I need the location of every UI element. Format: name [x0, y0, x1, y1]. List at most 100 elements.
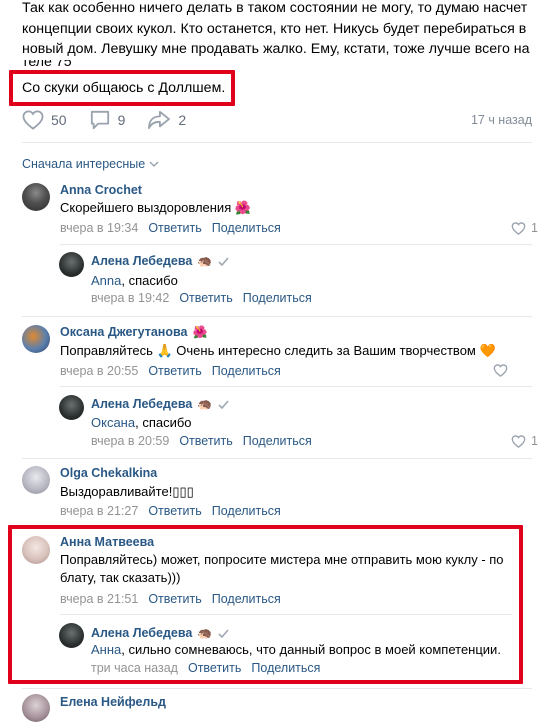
avatar[interactable] — [59, 395, 84, 420]
like-button[interactable]: 50 — [22, 110, 67, 130]
divider — [60, 244, 532, 245]
comment-icon — [90, 110, 109, 130]
reply-author[interactable]: Алена Лебедева 🦔 — [91, 397, 229, 411]
share-link[interactable]: Поделиться — [212, 504, 281, 518]
comment-time[interactable]: вчера в 20:59 — [91, 434, 169, 448]
divider — [60, 614, 512, 615]
share-button[interactable]: 2 — [147, 110, 186, 130]
reply-link[interactable]: Ответить — [148, 364, 201, 378]
comment-author[interactable]: Оксана Джегутанова 🌺 — [60, 325, 207, 339]
comment-meta: вчера в 21:51 Ответить Поделиться — [60, 592, 281, 606]
share-link[interactable]: Поделиться — [212, 592, 281, 606]
post-actions: 50 9 2 — [22, 110, 208, 130]
heart-icon — [493, 364, 508, 377]
divider — [22, 316, 532, 317]
shares-count: 2 — [178, 112, 187, 128]
divider — [22, 142, 532, 143]
mention-link[interactable]: Anna — [91, 273, 121, 288]
comment-likes-count: 1 — [531, 434, 538, 448]
mention-link[interactable]: Анна — [91, 642, 121, 657]
verified-check-icon — [218, 399, 229, 409]
reply-link[interactable]: Ответить — [179, 291, 232, 305]
reply-author[interactable]: Алена Лебедева 🦔 — [91, 626, 229, 640]
comment-like-button[interactable]: 1 — [511, 434, 538, 448]
comment-like-button[interactable] — [493, 364, 513, 377]
avatar[interactable] — [22, 536, 50, 564]
author-name[interactable]: Елена Нейфельд — [60, 695, 166, 709]
reply-text: Оксана, спасибо — [91, 414, 192, 432]
post-time[interactable]: 17 ч назад — [471, 113, 532, 127]
comment-like-button[interactable]: 1 — [511, 221, 538, 235]
divider — [22, 688, 532, 689]
avatar[interactable] — [22, 183, 50, 211]
reply-link[interactable]: Ответить — [148, 592, 201, 606]
comment-author[interactable]: Anna Crochet — [60, 183, 142, 197]
reply-text-content: , сильно сомневаюсь, что данный вопрос в… — [121, 642, 501, 657]
verified-check-icon — [218, 628, 229, 638]
comment-author[interactable]: Елена Нейфельд — [60, 695, 166, 709]
comment-button[interactable]: 9 — [89, 110, 125, 130]
author-name[interactable]: Anna Crochet — [60, 183, 142, 197]
hedgehog-emoji: 🦔 — [197, 254, 213, 268]
post-line: теле 75 — [22, 60, 532, 69]
reply-text-content: , спасибо — [135, 415, 192, 430]
hedgehog-emoji: 🦔 — [197, 626, 213, 640]
comment-text: Поправляйтесь 🙏 Очень интересно следить … — [60, 342, 496, 360]
post-line: концепции своих кукол. Кто останется, кт… — [22, 20, 527, 37]
share-link[interactable]: Поделиться — [212, 221, 281, 235]
reply-link[interactable]: Ответить — [148, 221, 201, 235]
divider — [60, 386, 532, 387]
reply-meta: вчера в 19:42 Ответить Поделиться — [91, 291, 312, 305]
reply-meta: вчера в 20:59 Ответить Поделиться — [91, 434, 312, 448]
hedgehog-emoji: 🦔 — [197, 397, 213, 411]
reply-link[interactable]: Ответить — [148, 504, 201, 518]
author-name[interactable]: Алена Лебедева — [91, 254, 192, 268]
share-link[interactable]: Поделиться — [243, 434, 312, 448]
comment-time[interactable]: вчера в 19:34 — [60, 221, 138, 235]
comment-time[interactable]: вчера в 21:27 — [60, 504, 138, 518]
comment-author[interactable]: Olga Chekalkina — [60, 466, 157, 480]
share-link[interactable]: Поделиться — [212, 364, 281, 378]
reply-author[interactable]: Алена Лебедева 🦔 — [91, 254, 229, 268]
divider — [22, 458, 532, 459]
avatar[interactable] — [22, 694, 50, 722]
comment-text: Поправляйтесь) может, попросите мистера … — [60, 551, 504, 587]
reply-link[interactable]: Ответить — [179, 434, 232, 448]
author-name[interactable]: Алена Лебедева — [91, 397, 192, 411]
avatar[interactable] — [22, 466, 50, 494]
comment-time[interactable]: три часа назад — [91, 661, 178, 675]
reply-text: Анна, сильно сомневаюсь, что данный вопр… — [91, 641, 501, 659]
share-icon — [148, 110, 171, 130]
reply-text: Anna, спасибо — [91, 272, 178, 290]
post-highlight-line: Со скуки общаюсь с Доллшем. — [22, 80, 226, 96]
chevron-down-icon — [149, 161, 159, 167]
author-name[interactable]: Оксана Джегутанова — [60, 325, 187, 339]
share-link[interactable]: Поделиться — [243, 291, 312, 305]
reply-link[interactable]: Ответить — [188, 661, 241, 675]
comment-meta: вчера в 19:34 Ответить Поделиться — [60, 221, 281, 235]
comment-text: Выздоравливайте!▯▯▯ — [60, 483, 194, 501]
share-link[interactable]: Поделиться — [251, 661, 320, 675]
flower-emoji: 🌺 — [192, 325, 208, 339]
comment-time[interactable]: вчера в 19:42 — [91, 291, 169, 305]
author-name[interactable]: Анна Матвеева — [60, 535, 154, 549]
comment-text-line: блату, так сказать))) — [60, 570, 181, 585]
comment-meta: вчера в 21:27 Ответить Поделиться — [60, 504, 281, 518]
comment-text-content: Поправляйтесь 🙏 Очень интересно следить … — [60, 343, 496, 358]
comment-text-line: Поправляйтесь) может, попросите мистера … — [60, 552, 504, 567]
comment-time[interactable]: вчера в 20:55 — [60, 364, 138, 378]
comment-author[interactable]: Анна Матвеева — [60, 535, 154, 549]
post-line: новый дом. Левушку мне продавать жалко. … — [22, 41, 530, 57]
avatar[interactable] — [22, 325, 50, 353]
avatar[interactable] — [59, 252, 84, 277]
sort-label: Сначала интересные — [22, 157, 146, 171]
comment-time[interactable]: вчера в 21:51 — [60, 592, 138, 606]
author-name[interactable]: Алена Лебедева — [91, 626, 192, 640]
comment-meta: вчера в 20:55 Ответить Поделиться — [60, 364, 281, 378]
reply-meta: три часа назад Ответить Поделиться — [91, 661, 320, 675]
mention-link[interactable]: Оксана — [91, 415, 135, 430]
flower-emoji: 🌺 — [234, 200, 252, 215]
sort-dropdown[interactable]: Сначала интересные — [22, 157, 159, 171]
author-name[interactable]: Olga Chekalkina — [60, 466, 157, 480]
avatar[interactable] — [59, 623, 84, 648]
